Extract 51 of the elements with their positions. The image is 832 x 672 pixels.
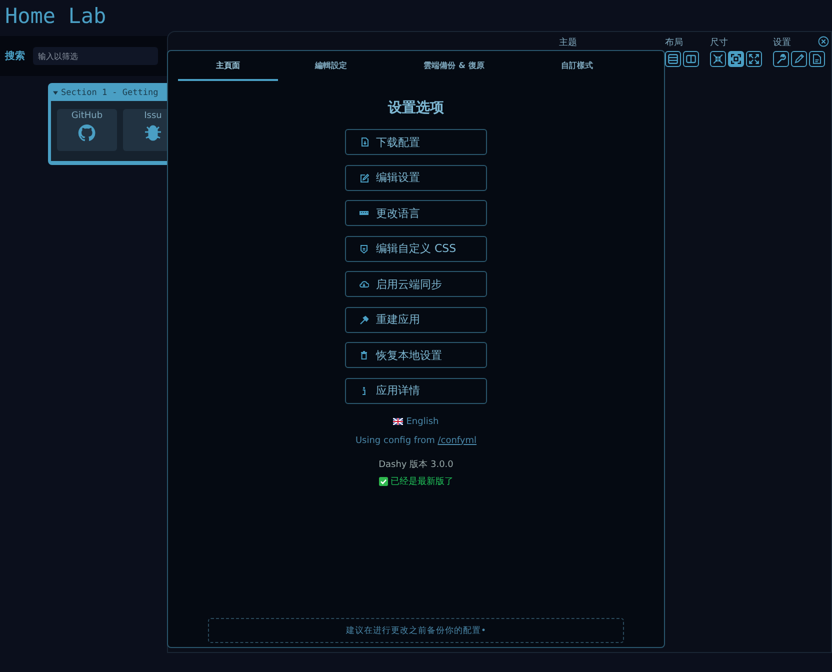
hammer-icon: [359, 314, 369, 324]
config-link[interactable]: /confyml: [438, 436, 477, 446]
version-text: Dashy 版本 3.0.0: [378, 458, 454, 470]
backup-hint: 建议在进行更改之前备份你的配置•: [208, 618, 624, 643]
trash-icon: [359, 350, 369, 360]
action-button[interactable]: 下载配置: [345, 129, 487, 155]
pen-button[interactable]: [791, 51, 807, 67]
collapse-icon[interactable]: [53, 91, 58, 95]
toolbar-label: 布局: [665, 37, 683, 49]
github-icon: [77, 123, 97, 143]
dialog-heading: 设置选项: [388, 99, 444, 117]
close-icon[interactable]: [818, 36, 829, 47]
cloud-icon: [359, 279, 369, 289]
search-field[interactable]: 输入以筛选: [33, 47, 158, 65]
tile-label: GitHub: [71, 111, 103, 121]
app-title: Home Lab: [4, 3, 108, 30]
action-button[interactable]: 编辑设置: [345, 164, 487, 190]
file-icon: [359, 137, 369, 147]
flag-icon: [393, 418, 404, 425]
tab[interactable]: 編輯設定: [278, 51, 384, 81]
tab[interactable]: 雲端備份 & 復原: [384, 51, 524, 81]
tile-label: Issu: [144, 111, 162, 121]
expand-button[interactable]: [746, 51, 762, 67]
link-tile[interactable]: Issu: [123, 109, 167, 151]
columns-button[interactable]: [683, 51, 699, 67]
bug-icon: [143, 123, 163, 143]
edit-icon: [359, 172, 369, 182]
action-button[interactable]: 重建应用: [345, 306, 487, 332]
fit-button[interactable]: [728, 51, 744, 67]
tab[interactable]: 自訂樣式: [524, 51, 630, 81]
shrink-button[interactable]: [710, 51, 726, 67]
toolbar-label: 主题: [559, 37, 577, 49]
toolbar-label: 设置: [773, 37, 791, 49]
shield-icon: [359, 244, 369, 254]
config-button[interactable]: [809, 51, 825, 67]
section-title: Section 1 - Getting: [61, 88, 158, 98]
config-note: Using config from /confyml: [355, 436, 477, 446]
action-button[interactable]: 恢复本地设置: [345, 342, 487, 368]
action-button[interactable]: 应用详情: [345, 378, 487, 404]
link-tile[interactable]: GitHub: [57, 109, 117, 151]
tab[interactable]: 主頁面: [178, 51, 278, 81]
wrench-button[interactable]: [773, 51, 789, 67]
update-status: 已经是最新版了: [390, 476, 454, 488]
toolbar-label: 尺寸: [710, 37, 728, 49]
action-button[interactable]: 编辑自定义 CSS: [345, 236, 487, 262]
action-button[interactable]: 更改语言: [345, 200, 487, 226]
action-button[interactable]: 启用云端同步: [345, 271, 487, 297]
keyboard-icon: [359, 208, 369, 218]
language-link[interactable]: English: [406, 416, 439, 426]
search-label: 搜索: [5, 50, 25, 63]
checkmark-icon: [378, 476, 388, 486]
